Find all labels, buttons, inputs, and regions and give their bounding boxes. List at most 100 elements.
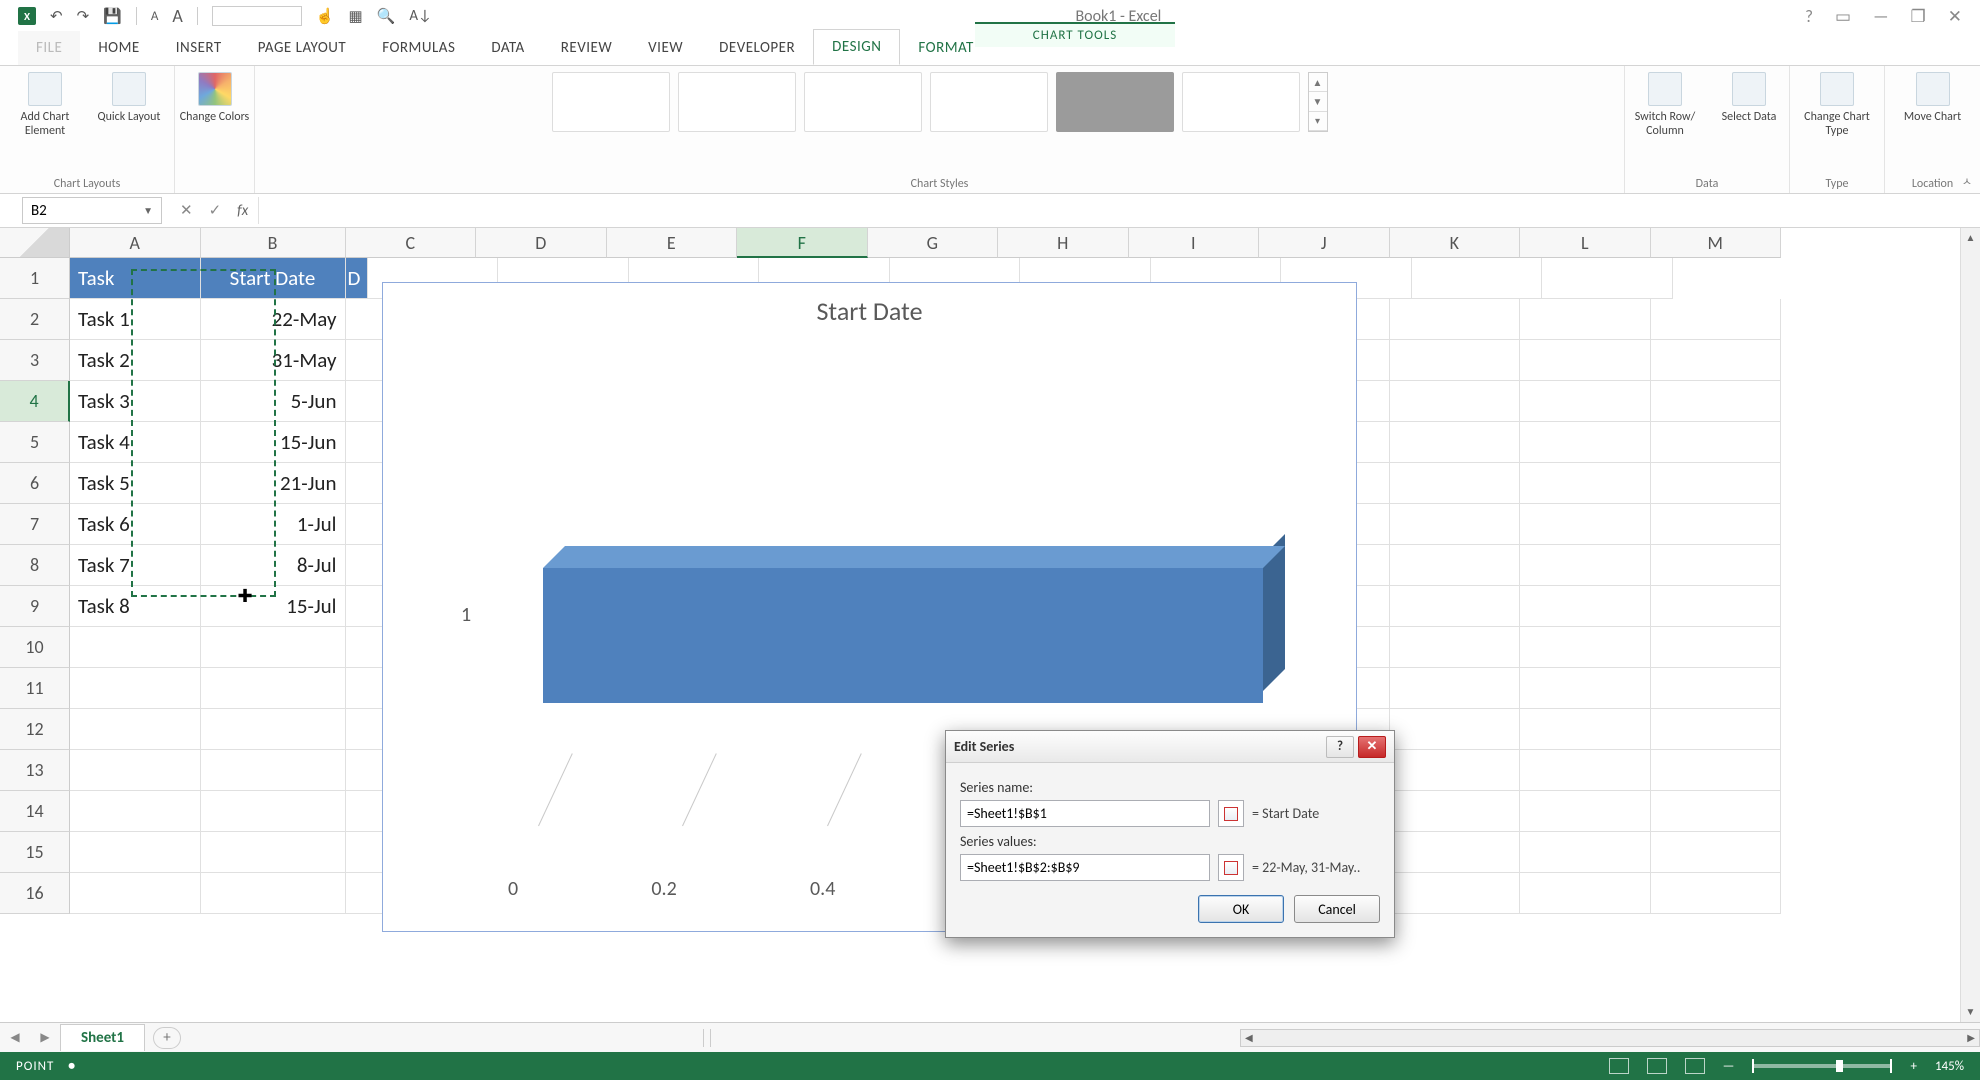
column-header-D[interactable]: D: [476, 228, 607, 258]
cell-M10[interactable]: [1651, 627, 1782, 668]
name-box[interactable]: B2▼: [22, 197, 162, 224]
vertical-scrollbar[interactable]: ▲▼: [1960, 228, 1980, 1022]
zoom-slider[interactable]: [1752, 1064, 1892, 1068]
add-chart-element-button[interactable]: Add Chart Element: [10, 72, 80, 138]
cell-K3[interactable]: [1390, 340, 1521, 381]
cell-K11[interactable]: [1390, 668, 1521, 709]
cell-L8[interactable]: [1520, 545, 1651, 586]
cell-K5[interactable]: [1390, 422, 1521, 463]
chart-style-4[interactable]: [930, 72, 1048, 132]
cell-L10[interactable]: [1520, 627, 1651, 668]
redo-button[interactable]: ↷: [77, 7, 90, 26]
zoom-level[interactable]: 145%: [1935, 1059, 1964, 1074]
cell-K9[interactable]: [1390, 586, 1521, 627]
switch-row-column-button[interactable]: Switch Row/ Column: [1630, 72, 1700, 138]
chart-title[interactable]: Start Date: [383, 295, 1356, 327]
series-values-range-picker[interactable]: [1218, 854, 1244, 881]
macro-record-icon[interactable]: ⏺: [68, 1059, 75, 1074]
cell-M3[interactable]: [1651, 340, 1782, 381]
row-header-8[interactable]: 8: [0, 545, 70, 586]
cell-B15[interactable]: [201, 832, 346, 873]
tab-view[interactable]: VIEW: [630, 31, 701, 65]
cell-A14[interactable]: [70, 791, 201, 832]
cell-B14[interactable]: [201, 791, 346, 832]
cell-M12[interactable]: [1651, 709, 1782, 750]
save-button[interactable]: 💾: [103, 7, 122, 26]
chart-style-2[interactable]: [678, 72, 796, 132]
row-header-5[interactable]: 5: [0, 422, 70, 463]
zoom-out-button[interactable]: —: [1723, 1059, 1735, 1074]
row-header-13[interactable]: 13: [0, 750, 70, 791]
font-size-combo[interactable]: [212, 6, 302, 26]
cancel-entry-icon[interactable]: ✕: [180, 201, 193, 220]
cell-L3[interactable]: [1520, 340, 1651, 381]
cell-A7[interactable]: Task 6: [70, 504, 201, 545]
select-all-button[interactable]: [0, 228, 70, 258]
sheet-nav-prev[interactable]: ◀: [10, 1030, 19, 1045]
cell-K10[interactable]: [1390, 627, 1521, 668]
chart-style-6[interactable]: [1182, 72, 1300, 132]
column-header-I[interactable]: I: [1129, 228, 1260, 258]
column-header-B[interactable]: B: [201, 228, 346, 258]
chart-style-5[interactable]: [1056, 72, 1174, 132]
cell-A6[interactable]: Task 5: [70, 463, 201, 504]
cell-C1[interactable]: D: [346, 258, 368, 299]
row-header-7[interactable]: 7: [0, 504, 70, 545]
cell-A8[interactable]: Task 7: [70, 545, 201, 586]
close-button[interactable]: ✕: [1948, 6, 1962, 27]
cell-A1[interactable]: Task: [70, 258, 201, 299]
horizontal-scrollbar[interactable]: ◀▶: [1240, 1029, 1980, 1047]
row-header-10[interactable]: 10: [0, 627, 70, 668]
cell-A13[interactable]: [70, 750, 201, 791]
cell-K2[interactable]: [1390, 299, 1521, 340]
tab-formulas[interactable]: FORMULAS: [364, 31, 473, 65]
row-header-15[interactable]: 15: [0, 832, 70, 873]
cell-A16[interactable]: [70, 873, 201, 914]
cell-B13[interactable]: [201, 750, 346, 791]
cell-K16[interactable]: [1390, 873, 1521, 914]
dialog-help-button[interactable]: ?: [1326, 736, 1354, 758]
sheet-tab-sheet1[interactable]: Sheet1: [60, 1024, 145, 1051]
cell-A15[interactable]: [70, 832, 201, 873]
help-button[interactable]: ?: [1805, 6, 1813, 27]
print-preview-button[interactable]: 🔍: [377, 7, 396, 26]
zoom-in-button[interactable]: +: [1910, 1059, 1916, 1074]
cell-A3[interactable]: Task 2: [70, 340, 201, 381]
cell-M6[interactable]: [1651, 463, 1782, 504]
cell-K13[interactable]: [1390, 750, 1521, 791]
tab-developer[interactable]: DEVELOPER: [701, 31, 813, 65]
cell-B6[interactable]: 21-Jun: [201, 463, 346, 504]
series-values-input[interactable]: [960, 854, 1210, 881]
cell-B4[interactable]: 5-Jun: [201, 381, 346, 422]
cell-L2[interactable]: [1520, 299, 1651, 340]
row-header-11[interactable]: 11: [0, 668, 70, 709]
page-break-view-button[interactable]: [1685, 1058, 1705, 1074]
cell-B12[interactable]: [201, 709, 346, 750]
styles-scroll[interactable]: ▲▼▾: [1308, 72, 1328, 132]
row-header-14[interactable]: 14: [0, 791, 70, 832]
tab-design[interactable]: DESIGN: [813, 29, 900, 65]
worksheet-grid[interactable]: ABCDEFGHIJKLM 12345678910111213141516 Ta…: [0, 228, 1980, 1022]
series-name-range-picker[interactable]: [1218, 800, 1244, 827]
cell-M5[interactable]: [1651, 422, 1782, 463]
restore-button[interactable]: ❐: [1911, 6, 1926, 27]
add-sheet-button[interactable]: +: [153, 1027, 181, 1049]
cell-M8[interactable]: [1651, 545, 1782, 586]
dialog-close-button[interactable]: ✕: [1358, 736, 1386, 758]
cell-K8[interactable]: [1390, 545, 1521, 586]
cell-B11[interactable]: [201, 668, 346, 709]
tab-file[interactable]: FILE: [18, 31, 80, 65]
column-header-A[interactable]: A: [70, 228, 201, 258]
cell-A5[interactable]: Task 4: [70, 422, 201, 463]
tab-review[interactable]: REVIEW: [543, 31, 630, 65]
cell-L13[interactable]: [1520, 750, 1651, 791]
tab-home[interactable]: HOME: [80, 31, 157, 65]
column-header-E[interactable]: E: [607, 228, 738, 258]
cell-L15[interactable]: [1520, 832, 1651, 873]
row-header-6[interactable]: 6: [0, 463, 70, 504]
collapse-ribbon-button[interactable]: ㅅ: [1962, 173, 1972, 189]
column-header-M[interactable]: M: [1651, 228, 1782, 258]
cell-B3[interactable]: 31-May: [201, 340, 346, 381]
cell-M11[interactable]: [1651, 668, 1782, 709]
column-header-J[interactable]: J: [1259, 228, 1390, 258]
